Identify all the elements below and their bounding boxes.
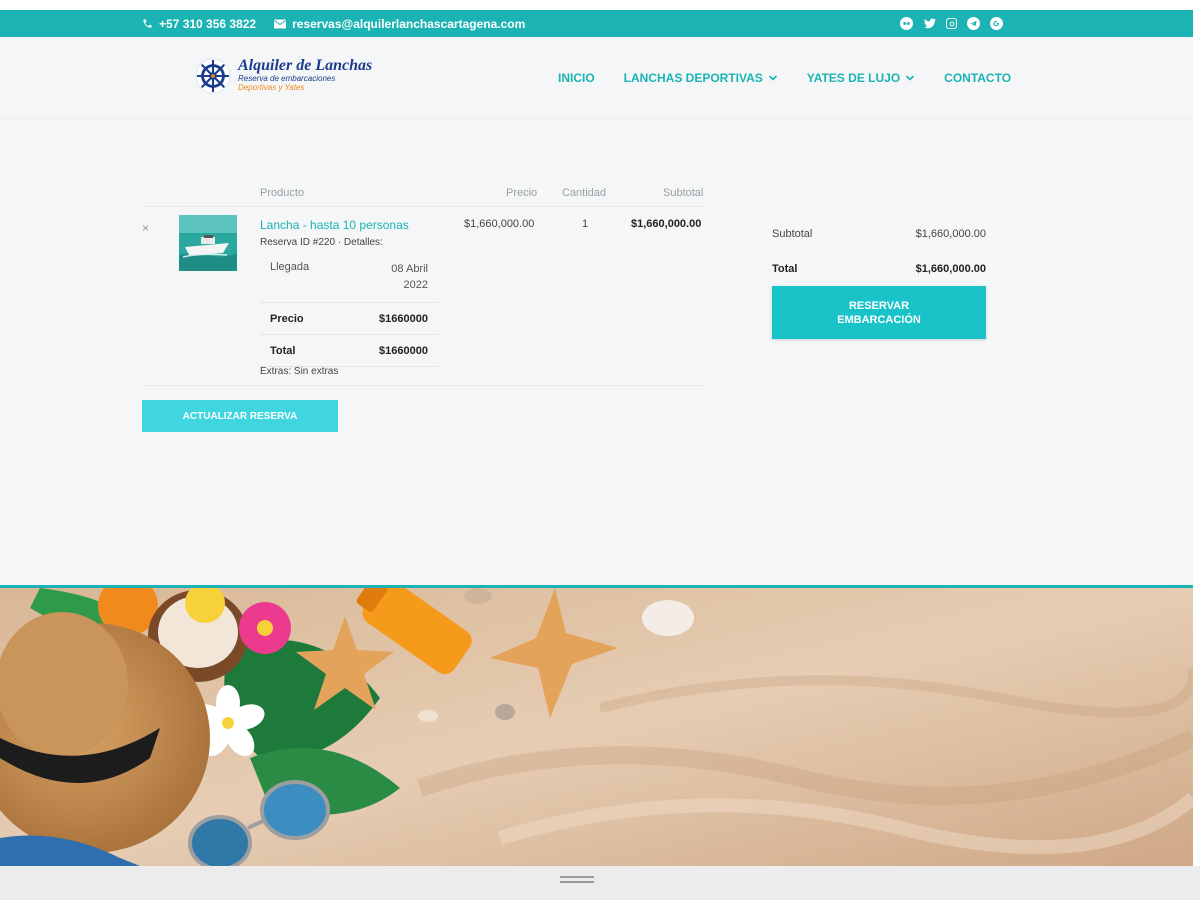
item-quantity: 1	[582, 218, 589, 230]
nav-label: INICIO	[558, 71, 595, 85]
bottom-strip	[0, 866, 1200, 900]
cart-item-row: × Lancha - hasta 10 personas Reserva ID …	[142, 206, 705, 386]
book-button-label: RESERVAR EMBARCACIÓN	[837, 299, 921, 326]
instagram-icon[interactable]	[946, 18, 957, 29]
cart-page: Producto Precio Cantidad Subtotal × Lanc…	[0, 119, 1193, 585]
nav-item-inicio[interactable]: INICIO	[558, 71, 595, 85]
nav-item-lanchas-deportivas[interactable]: LANCHAS DEPORTIVAS	[624, 71, 778, 85]
totals-label: Subtotal	[772, 227, 813, 240]
totals-label: Total	[772, 262, 798, 275]
nav-item-yates-de-lujo[interactable]: YATES DE LUJO	[807, 71, 915, 85]
detail-label: Total	[270, 344, 296, 357]
item-price: $1,660,000.00	[464, 218, 535, 230]
google-icon[interactable]	[990, 17, 1003, 30]
book-boat-button[interactable]: RESERVAR EMBARCACIÓN	[772, 286, 986, 339]
reservation-id: Reserva ID #220 · Detalles:	[260, 237, 383, 248]
totals-row-subtotal: Subtotal $1,660,000.00	[772, 216, 986, 251]
ship-wheel-icon	[195, 58, 231, 94]
remove-item-button[interactable]: ×	[142, 221, 149, 235]
detail-value: $1660000	[379, 312, 428, 325]
telegram-icon[interactable]	[967, 17, 980, 30]
nav-label: YATES DE LUJO	[806, 71, 901, 85]
top-bar: +57 310 356 3822 reservas@alquilerlancha…	[0, 10, 1193, 37]
tripadvisor-icon[interactable]	[900, 17, 913, 30]
phone-icon	[143, 19, 152, 28]
product-name-link[interactable]: Lancha - hasta 10 personas	[260, 218, 409, 232]
chevron-down-icon	[768, 75, 777, 81]
cart-totals: Subtotal $1,660,000.00 Total $1,660,000.…	[772, 216, 986, 286]
email-address: reservas@alquilerlanchascartagena.com	[292, 16, 526, 31]
reservation-details: Llegada 08 Abril 2022 Precio $1660000 To…	[260, 251, 438, 367]
logo-tagline: Deportivas y Yates	[238, 83, 305, 92]
detail-row-arrival: Llegada 08 Abril 2022	[260, 251, 438, 303]
twitter-icon[interactable]	[923, 17, 936, 30]
email-link[interactable]: reservas@alquilerlanchascartagena.com	[274, 17, 525, 31]
detail-label: Llegada	[270, 261, 310, 273]
boat-image	[179, 215, 237, 271]
totals-row-total: Total $1,660,000.00	[772, 251, 986, 286]
detail-row-price: Precio $1660000	[260, 303, 438, 335]
totals-value: $1,660,000.00	[915, 262, 986, 275]
column-header-quantity: Cantidad	[562, 187, 607, 199]
nav-label: LANCHAS DEPORTIVAS	[623, 71, 763, 85]
totals-value: $1,660,000.00	[915, 227, 986, 240]
site-logo[interactable]: Alquiler de Lanchas Reserva de embarcaci…	[194, 57, 372, 95]
site-header: Alquiler de Lanchas Reserva de embarcaci…	[0, 37, 1193, 119]
phone-number: +57 310 356 3822	[159, 16, 257, 31]
detail-row-total: Total $1660000	[260, 335, 438, 367]
item-subtotal: $1,660,000.00	[631, 218, 702, 230]
drag-handle-icon[interactable]	[560, 876, 594, 884]
detail-value: 08 Abril 2022	[391, 263, 428, 291]
product-thumbnail[interactable]	[179, 215, 237, 271]
beach-illustration	[0, 588, 1193, 866]
detail-label: Precio	[270, 312, 304, 325]
detail-value: $1660000	[379, 344, 428, 357]
social-links	[900, 10, 1003, 37]
contact-info: +57 310 356 3822 reservas@alquilerlancha…	[142, 10, 525, 37]
column-header-product: Producto	[260, 187, 305, 199]
logo-text: Alquiler de Lanchas Reserva de embarcaci…	[238, 57, 372, 93]
column-header-price: Precio	[506, 187, 538, 199]
phone-link[interactable]: +57 310 356 3822	[142, 17, 256, 31]
logo-subtitle: Reserva de embarcaciones	[238, 74, 336, 83]
update-reservation-button[interactable]: ACTUALIZAR RESERVA	[142, 400, 338, 432]
main-nav: INICIO LANCHAS DEPORTIVAS YATES DE LUJO …	[558, 37, 1040, 119]
nav-label: CONTACTO	[944, 71, 1012, 85]
envelope-icon	[274, 19, 287, 28]
beach-footer-image	[0, 588, 1193, 866]
extras-info: Extras: Sin extras	[260, 366, 339, 377]
chevron-down-icon	[906, 75, 915, 81]
logo-title: Alquiler de Lanchas	[238, 57, 373, 74]
column-header-subtotal: Subtotal	[663, 187, 704, 199]
nav-item-contacto[interactable]: CONTACTO	[944, 71, 1011, 85]
